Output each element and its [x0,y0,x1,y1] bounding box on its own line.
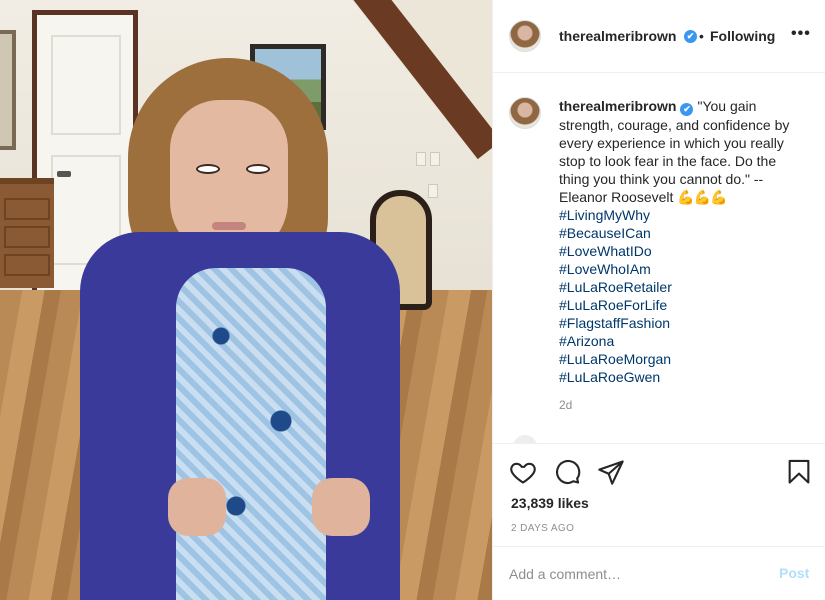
dresser-drawer [4,254,50,276]
hashtag-link[interactable]: #FlagstaffFashion [559,314,809,332]
hashtag-link[interactable]: #BecauseICan [559,224,809,242]
caption-username[interactable]: therealmeribrown [559,98,676,114]
caption-author-avatar[interactable] [509,97,541,129]
comment-bar: Post [493,546,825,600]
paper-plane-icon[interactable] [597,458,625,486]
author-avatar[interactable] [509,20,541,52]
photo-person-shirt [176,268,326,600]
photo-outlet [428,184,438,198]
post-header: therealmeribrown ✔ • Following ••• [493,0,825,73]
comment-input[interactable] [509,563,759,585]
caption-section: therealmeribrown ✔ "You gain strength, cou… [493,73,825,443]
caption-age[interactable]: 2d [559,398,572,412]
next-comment-avatar [513,435,537,443]
verified-badge-icon: ✔ [684,30,697,43]
flexed-biceps-emoji: 💪💪💪 [677,189,727,205]
caption-quote: "You gain strength, courage, and confide… [559,98,790,205]
post-sidebar: therealmeribrown ✔ • Following ••• there… [492,0,825,600]
hashtag-link[interactable]: #LoveWhatIDo [559,242,809,260]
photo-dresser [0,178,54,288]
hashtag-link[interactable]: #Arizona [559,332,809,350]
photo-person-eye [246,164,270,174]
dresser-drawer [4,226,50,248]
hashtag-link[interactable]: #LivingMyWhy [559,206,809,224]
dresser-drawer [4,198,50,220]
door-knob [57,171,71,177]
photo-person-lips [212,222,246,230]
more-options-icon[interactable]: ••• [791,25,811,43]
bookmark-icon[interactable] [785,458,813,486]
post-comment-button[interactable]: Post [779,565,809,581]
post-timestamp[interactable]: 2 DAYS AGO [511,523,574,534]
post-photo[interactable] [0,0,492,600]
door-panel [51,35,121,135]
hashtag-link[interactable]: #LuLaRoeGwen [559,368,809,386]
verified-badge-icon: ✔ [680,103,694,116]
hashtag-link[interactable]: #LoveWhoIAm [559,260,809,278]
photo-outlet [430,152,440,166]
heart-icon[interactable] [509,458,537,486]
header-separator: • [699,28,704,44]
author-username[interactable]: therealmeribrown [559,28,676,44]
photo-person-eye [196,164,220,174]
photo-outlet [416,152,426,166]
action-bar [493,443,825,503]
hashtag-link[interactable]: #LuLaRoeMorgan [559,350,809,368]
hashtag-list: #LivingMyWhy #BecauseICan #LoveWhatIDo #… [559,206,809,386]
following-button[interactable]: Following [710,28,775,44]
photo-person-hand [312,478,370,536]
photo-frame [0,30,16,150]
hashtag-link[interactable]: #LuLaRoeRetailer [559,278,809,296]
hashtag-link[interactable]: #LuLaRoeForLife [559,296,809,314]
comment-icon[interactable] [553,458,581,486]
caption-text: therealmeribrown ✔ "You gain strength, cou… [559,97,809,386]
photo-person-hand [168,478,226,536]
like-count[interactable]: 23,839 likes [511,495,589,511]
